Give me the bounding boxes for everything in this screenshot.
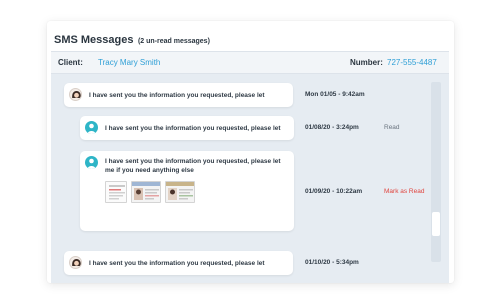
message-timestamp: 01/08/20 - 3:24pm: [305, 124, 359, 131]
message-thread[interactable]: I have sent you the information you requ…: [51, 74, 449, 283]
message-bubble: I have sent you the information you requ…: [64, 251, 293, 275]
message-text: I have sent you the information you requ…: [89, 92, 265, 99]
id-card-thumbnail[interactable]: [131, 181, 161, 203]
message-bubble: I have sent you the information you requ…: [80, 151, 294, 231]
agent-avatar-icon: [69, 256, 82, 269]
thread-scrollbar[interactable]: [431, 82, 441, 262]
agent-avatar-icon: [69, 88, 82, 101]
mark-as-read-link[interactable]: Mark as Read: [384, 188, 424, 195]
client-avatar-icon: [85, 156, 98, 169]
unread-count: (2 un-read messages): [137, 38, 210, 45]
id-card-thumbnail[interactable]: [165, 181, 195, 203]
message-text: I have sent you the information you requ…: [105, 158, 281, 174]
panel-title: SMS Messages: [54, 34, 134, 46]
number-label: Number:: [350, 58, 383, 67]
phone-number-link[interactable]: 727-555-4487: [387, 58, 437, 67]
message-text: I have sent you the information you requ…: [89, 260, 265, 267]
message-text: I have sent you the information you requ…: [105, 125, 281, 132]
document-thumbnail[interactable]: [105, 181, 127, 203]
client-avatar-icon: [85, 121, 98, 134]
message-timestamp: Mon 01/05 - 9:42am: [305, 91, 365, 98]
message-timestamp: 01/09/20 - 10:22am: [305, 188, 363, 195]
read-status: Read: [384, 124, 400, 131]
message-bubble: I have sent you the information you requ…: [80, 116, 294, 140]
client-label: Client:: [58, 58, 83, 67]
client-info-bar: Client: Tracy Mary Smith Number: 727-555…: [51, 51, 449, 74]
message-timestamp: 01/10/20 - 5:34pm: [305, 259, 359, 266]
sms-messages-panel: SMS Messages (2 un-read messages) Client…: [47, 21, 454, 283]
panel-header: SMS Messages (2 un-read messages): [54, 30, 210, 48]
scrollbar-thumb[interactable]: [432, 212, 440, 236]
message-bubble: I have sent you the information you requ…: [64, 83, 293, 107]
client-name-link[interactable]: Tracy Mary Smith: [98, 58, 160, 67]
